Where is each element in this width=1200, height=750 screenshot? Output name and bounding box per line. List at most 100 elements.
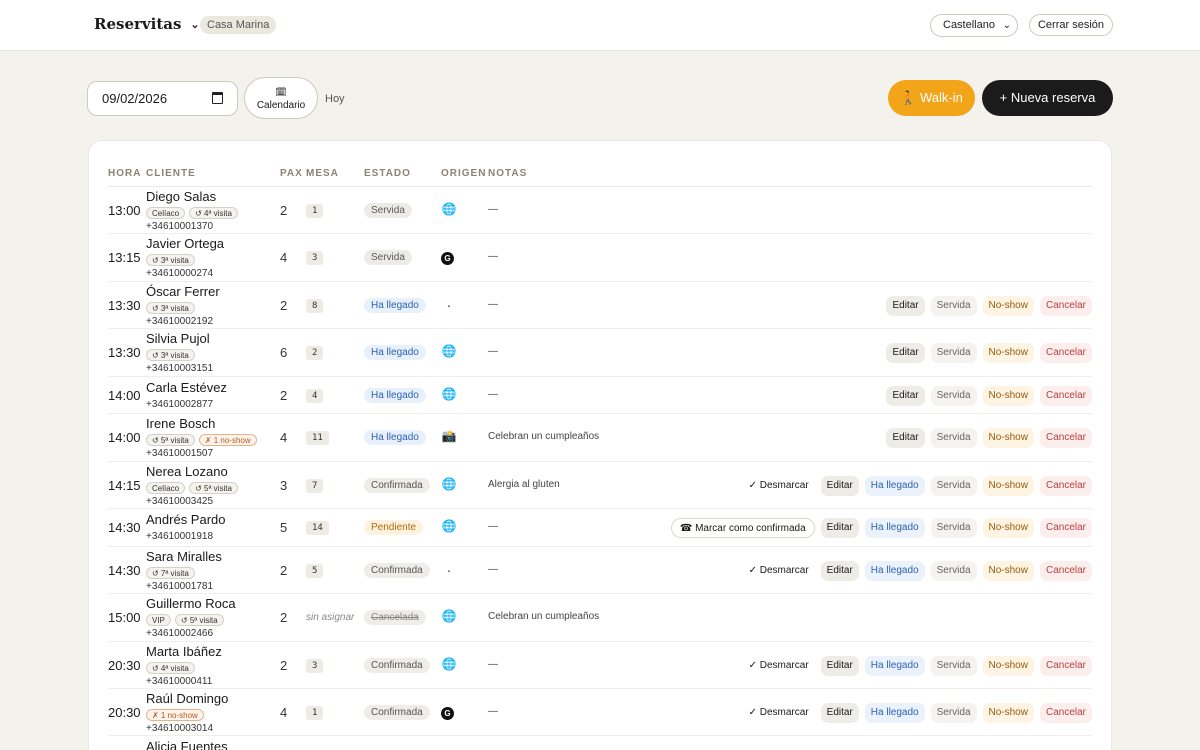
status-badge: Servida [364, 202, 412, 218]
reservation-time: 14:00 [108, 387, 141, 403]
edit-button[interactable]: Editar [886, 428, 925, 448]
customer-name[interactable]: Óscar Ferrer [146, 284, 220, 299]
table-row[interactable]: 15:00 Guillermo Roca VIP ↺ 5ª visita +346100… [108, 594, 1092, 642]
calendar-icon[interactable] [212, 92, 223, 104]
mark-served-button[interactable]: Servida [930, 702, 977, 723]
phone-dot-icon: · [446, 561, 452, 578]
table-row[interactable]: 14:30 Andrés Pardo +34610001918 5 14 Pendient… [108, 509, 1092, 547]
new-reservation-button[interactable]: + Nueva reserva [982, 80, 1113, 116]
cancel-button[interactable]: Cancelar [1039, 560, 1092, 581]
customer-name[interactable]: Alicia Fuentes [146, 739, 228, 750]
party-size: 2 [280, 202, 288, 218]
globe-icon: 🌐 [441, 201, 457, 216]
table-row[interactable]: 13:30 Óscar Ferrer ↺ 3ª visita +34610002192… [108, 282, 1092, 329]
customer-name[interactable]: Sara Miralles [146, 549, 222, 564]
chevron-down-icon: ⌄ [190, 17, 200, 31]
mark-arrived-button[interactable]: Ha llegado [864, 518, 925, 538]
customer-name[interactable]: Silvia Pujol [146, 331, 210, 346]
table-row[interactable]: 14:30 Sara Miralles ↺ 7ª visita +3461000178… [108, 547, 1092, 594]
table-row[interactable]: 14:00 Carla Estévez +34610002877 2 4 Ha llega… [108, 377, 1092, 414]
cancel-button[interactable]: Cancelar [1039, 655, 1092, 676]
cancel-button[interactable]: Cancelar [1039, 702, 1092, 723]
table-number: 7 [306, 478, 324, 493]
today-link[interactable]: Hoy [325, 93, 345, 105]
edit-button[interactable]: Editar [820, 702, 859, 723]
customer-name[interactable]: Andrés Pardo [146, 512, 226, 527]
party-size: 5 [280, 520, 288, 535]
table-number: 14 [306, 521, 329, 535]
customer-tag: ↺ 3ª visita [146, 302, 195, 314]
calendar-button[interactable]: 🗓 Calendario [244, 77, 318, 119]
mark-arrived-button[interactable]: Ha llegado [864, 475, 925, 496]
customer-tag: ↺ 4ª visita [146, 662, 195, 674]
mark-arrived-button[interactable]: Ha llegado [864, 655, 925, 676]
edit-button[interactable]: Editar [820, 475, 859, 496]
edit-button[interactable]: Editar [886, 343, 925, 363]
customer-name[interactable]: Irene Bosch [146, 416, 215, 431]
unmark-button[interactable]: ✓ Desmarcar [743, 476, 815, 496]
customer-tags: ↺ 4ª visita [146, 662, 195, 674]
customer-name[interactable]: Carla Estévez [146, 380, 227, 395]
table-row[interactable]: 20:30 Marta Ibáñez ↺ 4ª visita +34610000411… [108, 642, 1092, 689]
no-show-button[interactable]: No-show [982, 295, 1034, 316]
globe-icon: 🌐 [441, 476, 457, 491]
cancel-button[interactable]: Cancelar [1039, 385, 1092, 406]
customer-name[interactable]: Javier Ortega [146, 236, 224, 251]
customer-name[interactable]: Nerea Lozano [146, 464, 228, 479]
table-row[interactable]: 20:30 Raúl Domingo ✗ 1 no-show +34610003014… [108, 689, 1092, 736]
walk-in-button[interactable]: 🚶 Walk-in [888, 80, 975, 116]
edit-button[interactable]: Editar [886, 295, 925, 316]
table-row[interactable]: 13:15 Javier Ortega ↺ 3ª visita +3461000027… [108, 234, 1092, 282]
no-show-button[interactable]: No-show [982, 702, 1034, 723]
no-show-button[interactable]: No-show [982, 475, 1034, 496]
no-show-button[interactable]: No-show [982, 518, 1034, 538]
edit-button[interactable]: Editar [820, 655, 859, 676]
venue-badge: Casa Marina [200, 16, 277, 34]
cancel-button[interactable]: Cancelar [1039, 343, 1092, 363]
mark-served-button[interactable]: Servida [930, 475, 977, 496]
table-row[interactable]: Alicia Fuentes [108, 736, 1092, 750]
no-show-button[interactable]: No-show [982, 343, 1034, 363]
no-show-button[interactable]: No-show [982, 560, 1034, 581]
edit-button[interactable]: Editar [820, 560, 859, 581]
status-badge: Pendiente [364, 520, 424, 535]
table-row[interactable]: 14:00 Irene Bosch ↺ 5ª visita ✗ 1 no-show +3… [108, 414, 1092, 462]
mark-confirmed-button[interactable]: ☎ Marcar como confirmada [670, 518, 815, 538]
mark-served-button[interactable]: Servida [930, 518, 977, 538]
logout-button[interactable]: Cerrar sesión [1029, 14, 1113, 36]
date-input[interactable]: 09/02/2026 [87, 81, 238, 116]
date-value: 09/02/2026 [102, 91, 168, 106]
edit-button[interactable]: Editar [820, 518, 859, 538]
reservation-notes: — [488, 251, 498, 262]
customer-name[interactable]: Raúl Domingo [146, 691, 228, 706]
mark-served-button[interactable]: Servida [930, 295, 977, 316]
no-show-button[interactable]: No-show [982, 428, 1034, 448]
table-row[interactable]: 13:00 Diego Salas Celíaco ↺ 4ª visita +34610… [108, 187, 1092, 234]
table-row[interactable]: 13:30 Silvia Pujol ↺ 3ª visita +34610003151… [108, 329, 1092, 377]
no-show-button[interactable]: No-show [982, 385, 1034, 406]
cancel-button[interactable]: Cancelar [1039, 518, 1092, 538]
mark-served-button[interactable]: Servida [930, 385, 977, 406]
cancel-button[interactable]: Cancelar [1039, 428, 1092, 448]
mark-served-button[interactable]: Servida [930, 560, 977, 581]
table-number: 1 [306, 203, 324, 218]
mark-served-button[interactable]: Servida [930, 655, 977, 676]
mark-served-button[interactable]: Servida [930, 428, 977, 448]
mark-served-button[interactable]: Servida [930, 343, 977, 363]
language-select[interactable]: Castellano ⌄ [930, 14, 1018, 37]
customer-name[interactable]: Diego Salas [146, 189, 216, 204]
col-header-pax: PAX [280, 168, 303, 179]
unmark-button[interactable]: ✓ Desmarcar [743, 703, 815, 723]
cancel-button[interactable]: Cancelar [1039, 475, 1092, 496]
unmark-button[interactable]: ✓ Desmarcar [743, 561, 815, 581]
brand-switcher[interactable]: Reservitas ⌄ [94, 15, 200, 33]
mark-arrived-button[interactable]: Ha llegado [864, 702, 925, 723]
customer-name[interactable]: Guillermo Roca [146, 596, 236, 611]
edit-button[interactable]: Editar [886, 385, 925, 406]
customer-name[interactable]: Marta Ibáñez [146, 644, 222, 659]
unmark-button[interactable]: ✓ Desmarcar [743, 656, 815, 676]
mark-arrived-button[interactable]: Ha llegado [864, 560, 925, 581]
cancel-button[interactable]: Cancelar [1039, 295, 1092, 316]
no-show-button[interactable]: No-show [982, 655, 1034, 676]
table-row[interactable]: 14:15 Nerea Lozano Celíaco ↺ 5ª visita +3461… [108, 462, 1092, 509]
